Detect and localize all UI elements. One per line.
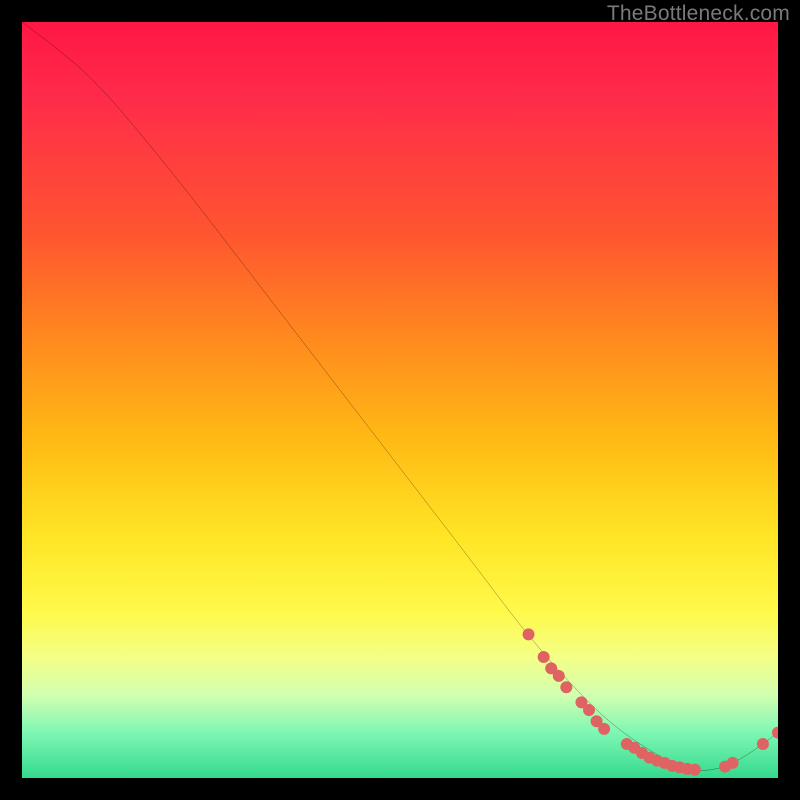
data-point: [719, 761, 731, 773]
data-point: [636, 747, 648, 759]
chart-stage: TheBottleneck.com: [0, 0, 800, 800]
data-point: [553, 670, 565, 682]
markers-group: [523, 628, 778, 775]
data-point: [583, 704, 595, 716]
plot-area: [22, 22, 778, 778]
curve-path: [22, 22, 778, 770]
watermark-label: TheBottleneck.com: [607, 2, 790, 26]
data-point: [621, 738, 633, 750]
data-point: [757, 738, 769, 750]
data-point: [545, 662, 557, 674]
data-point: [591, 715, 603, 727]
data-point: [575, 696, 587, 708]
data-point: [659, 757, 671, 769]
data-point: [772, 727, 778, 739]
data-point: [538, 651, 550, 663]
data-point: [689, 764, 701, 776]
data-point: [598, 723, 610, 735]
data-point: [651, 755, 663, 767]
data-point: [628, 742, 640, 754]
data-point: [560, 681, 572, 693]
data-point: [727, 757, 739, 769]
data-point: [643, 752, 655, 764]
data-point: [666, 760, 678, 772]
data-point: [681, 763, 693, 775]
chart-svg: [22, 22, 778, 778]
data-point: [523, 628, 535, 640]
data-point: [674, 761, 686, 773]
